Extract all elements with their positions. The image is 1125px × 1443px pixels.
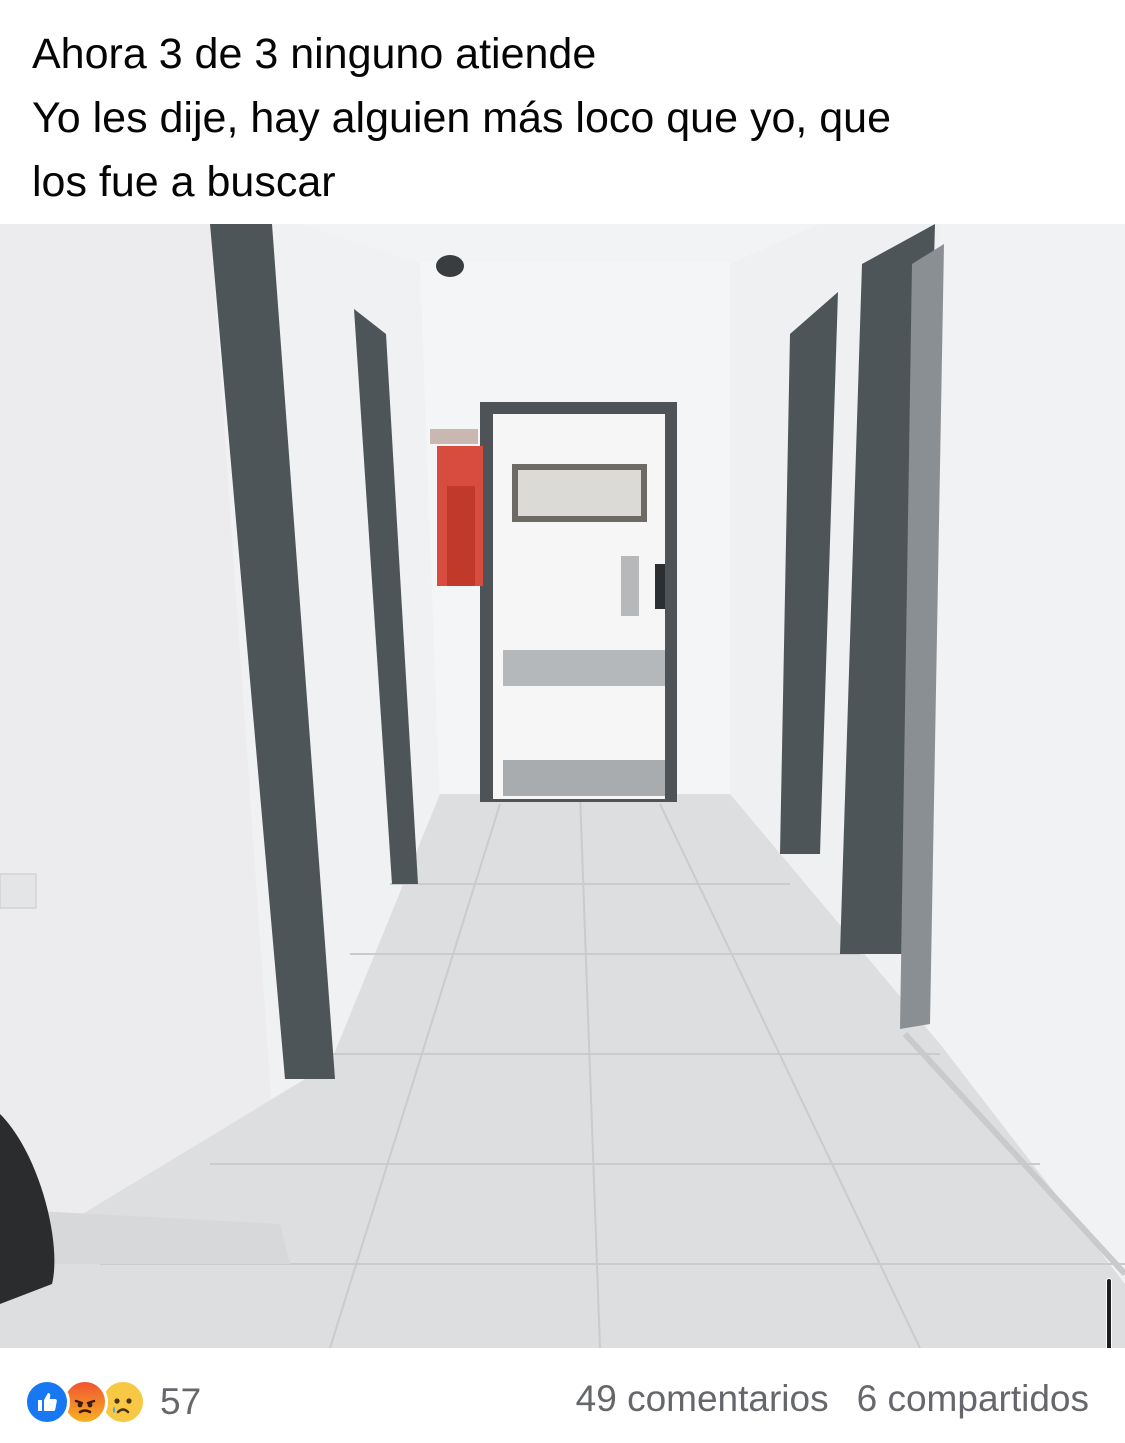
- post-text-line: los fue a buscar: [32, 158, 336, 206]
- like-icon: [24, 1379, 70, 1425]
- post-stats: 49 comentarios 6 compartidos: [576, 1378, 1089, 1420]
- post-text-line: Yo les dije, hay alguien más loco que yo…: [32, 94, 891, 142]
- reactions-summary[interactable]: 57: [24, 1379, 201, 1425]
- comments-link[interactable]: 49 comentarios: [576, 1378, 829, 1420]
- post-photo[interactable]: [0, 224, 1125, 1348]
- corridor-image: [0, 224, 1125, 1348]
- reaction-count: 57: [160, 1381, 202, 1422]
- post-text: Ahora 3 de 3 ninguno atiende Yo les dije…: [32, 22, 1092, 214]
- shares-link[interactable]: 6 compartidos: [857, 1378, 1089, 1420]
- post-footer: 57 49 comentarios 6 compartidos: [0, 1348, 1125, 1443]
- post-text-line: Ahora 3 de 3 ninguno atiende: [32, 30, 597, 78]
